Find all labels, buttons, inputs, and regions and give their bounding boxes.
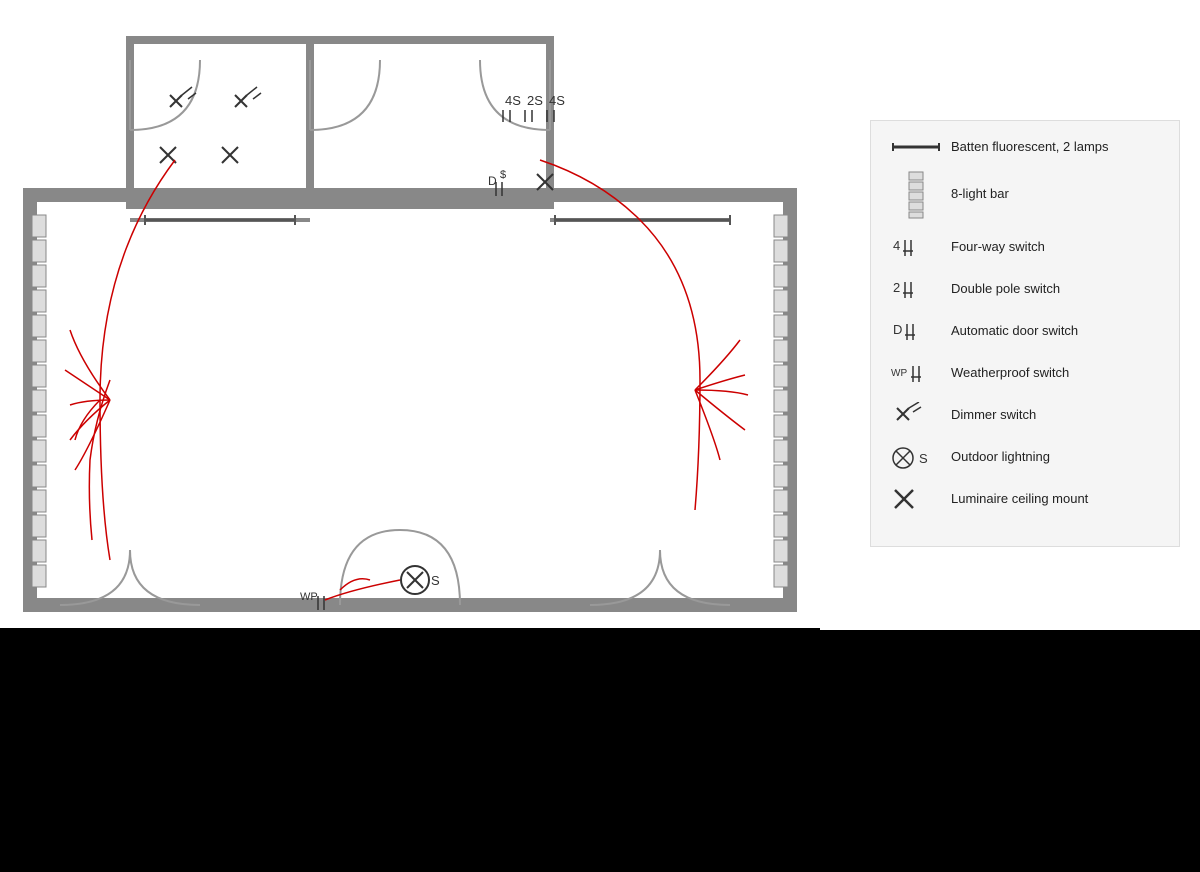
legend-symbol-batten [891, 139, 951, 155]
legend-panel: Batten fluorescent, 2 lamps 8-light bar … [870, 120, 1180, 547]
legend-symbol-wp: WP [891, 360, 951, 388]
legend-symbol-2pole: 2 [891, 276, 951, 304]
legend-symbol-luminaire [891, 486, 951, 514]
floor-plan-diagram: 4S 2S 4S D $ WP S [0, 0, 820, 630]
svg-text:4: 4 [893, 238, 900, 253]
legend-text-lightbar: 8-light bar [951, 186, 1009, 203]
legend-text-outdoor: Outdoor lightning [951, 449, 1050, 466]
svg-text:D: D [893, 322, 902, 337]
svg-text:2: 2 [893, 280, 900, 295]
legend-text-batten: Batten fluorescent, 2 lamps [951, 139, 1109, 156]
legend-item-outdoor: S Outdoor lightning [891, 444, 1159, 472]
legend-text-dimmer: Dimmer switch [951, 407, 1036, 424]
legend-item-lightbar: 8-light bar [891, 170, 1159, 220]
dimmer-switch-2 [235, 87, 261, 107]
legend-item-4way: 4 Four-way switch [891, 234, 1159, 262]
legend-symbol-door: D [891, 318, 951, 346]
svg-text:WP: WP [300, 591, 318, 603]
legend-symbol-4way: 4 [891, 234, 951, 262]
svg-text:4S: 4S [505, 93, 521, 108]
legend-symbol-dimmer [891, 402, 951, 430]
legend-text-wp: Weatherproof switch [951, 365, 1069, 382]
svg-text:$: $ [500, 169, 506, 181]
legend-item-dimmer: Dimmer switch [891, 402, 1159, 430]
svg-text:2S: 2S [527, 93, 543, 108]
legend-text-luminaire: Luminaire ceiling mount [951, 491, 1088, 508]
luminaire-2 [222, 147, 238, 163]
legend-text-2pole: Double pole switch [951, 281, 1060, 298]
svg-text:4S: 4S [549, 93, 565, 108]
legend-text-4way: Four-way switch [951, 239, 1045, 256]
svg-text:WP: WP [891, 368, 907, 379]
legend-item-2pole: 2 Double pole switch [891, 276, 1159, 304]
svg-text:S: S [919, 451, 928, 466]
legend-symbol-outdoor: S [891, 444, 951, 472]
svg-text:S: S [431, 573, 440, 588]
legend-symbol-lightbar [891, 170, 951, 220]
legend-text-door: Automatic door switch [951, 323, 1078, 340]
luminaire-1 [160, 147, 176, 163]
legend-item-wp: WP Weatherproof switch [891, 360, 1159, 388]
bottom-bar [0, 630, 1200, 872]
legend-item-batten: Batten fluorescent, 2 lamps [891, 139, 1159, 156]
legend-item-luminaire: Luminaire ceiling mount [891, 486, 1159, 514]
legend-item-door: D Automatic door switch [891, 318, 1159, 346]
